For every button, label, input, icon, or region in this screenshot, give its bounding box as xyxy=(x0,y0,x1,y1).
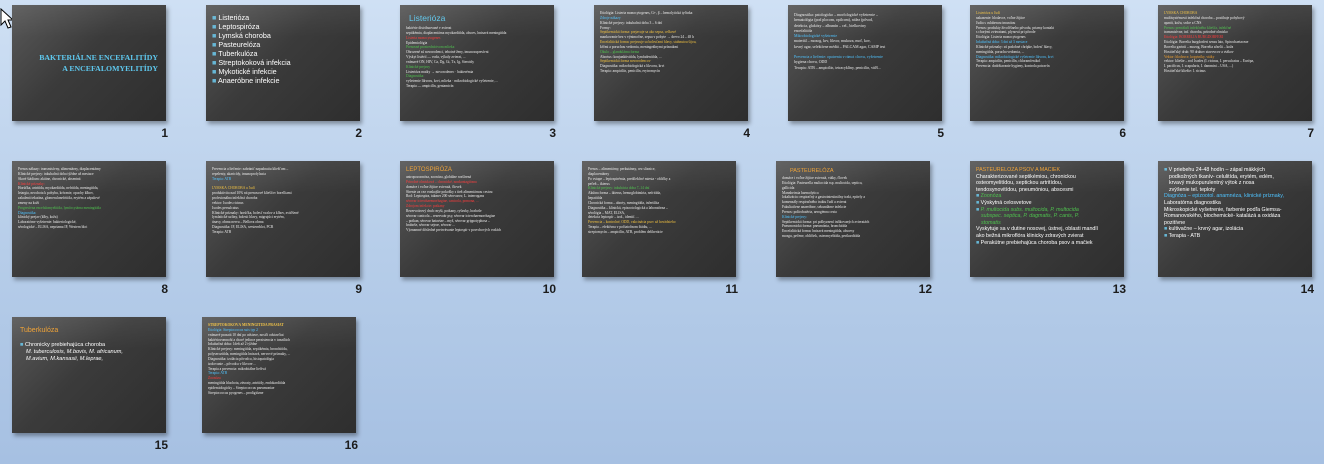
slide-thumbnail-2[interactable]: Listerióza Leptospiróza Lymská choroba P… xyxy=(194,0,372,150)
slide-2-item: Tuberkulóza xyxy=(212,49,291,58)
slide-14-line: Diagnóza – epizootol. anamnéza, klinické… xyxy=(1164,193,1285,200)
slide-thumbnail-6[interactable]: Listerióza u ľudí nakazenie: hlodavce, v… xyxy=(958,0,1136,150)
slide-number: 16 xyxy=(344,438,358,452)
slide-14-line: zvýšenie tel. teploty xyxy=(1169,186,1216,193)
slide-thumbnail-8[interactable]: Prenos nákazy: transmisívny, alimentárny… xyxy=(0,156,178,306)
slide-number: 2 xyxy=(355,126,362,140)
slide-number: 9 xyxy=(355,282,362,296)
slide-15-line: M.avium, M.kansasii, M.leprae, xyxy=(26,355,104,362)
slide-14-line: V priebehu 24-48 hodín – zápal mäkkých xyxy=(1164,167,1308,174)
slide-number: 1 xyxy=(161,126,168,140)
slide-6-line: Prevencia: dodržiavanie hygieny, kontrol… xyxy=(976,64,1050,69)
slide-8-line: sérologické – ELISA, nepriama IF, Wester… xyxy=(18,225,88,230)
slide-13-line: Perakútne prebiehajúca choroba psov a ma… xyxy=(976,240,1120,247)
slide-2[interactable]: Listerióza Leptospiróza Lymská choroba P… xyxy=(206,5,360,121)
slide-16[interactable]: STREPTOKOKOVÁ MENINGITÍDA PRASIAT Etioló… xyxy=(202,317,356,433)
slide-number: 7 xyxy=(1307,126,1314,140)
slide-2-item: Leptospiróza xyxy=(212,22,291,31)
slide-13-line: Výskytná celosvetove xyxy=(976,200,1120,207)
slide-thumbnail-5[interactable]: Diagnostika: patologicko – morfologické … xyxy=(776,0,954,150)
slide-7[interactable]: LYMSKÁ CHOROBA multisystémová infekčná c… xyxy=(1158,5,1312,121)
slide-16-line: Streptococcus pyogenes – prodigiózne xyxy=(208,390,264,395)
slide-1-title-line-2: A ENCEFALOMYELITÍDY xyxy=(62,63,158,73)
slide-thumbnail-12[interactable]: PASTEURELÓZA domáce i voľne žijúce zvier… xyxy=(764,156,942,306)
slide-10[interactable]: LEPTOSPIRÓZA antropozoonóza, zoonóza, gl… xyxy=(400,161,554,277)
slide-14-line: Laboratórna diagnostika xyxy=(1164,200,1221,207)
slide-14-line: krvavý mukopurulentný výtok z nosa xyxy=(1169,180,1255,187)
slide-thumbnail-3[interactable]: Listerióza baktérie distribuované v zvie… xyxy=(388,0,566,150)
slide-13-title: PASTEURELÓZA PSOV A MAČIEK xyxy=(976,167,1061,173)
slide-13-line: osteomyelitídou, septickou artritídou, xyxy=(976,180,1063,187)
slide-thumbnail-9[interactable]: Prevencia a liečenie: zabrániť napadnuti… xyxy=(194,156,372,306)
slide-8[interactable]: Prenos nákazy: transmisívny, alimentárny… xyxy=(12,161,166,277)
slide-number: 8 xyxy=(161,282,168,296)
slide-13-line: subspec. septica, P. dagmatis, P. canis,… xyxy=(981,213,1080,220)
slide-13-line: Zoonóza xyxy=(976,193,1120,200)
slide-3-line: Terapia — ampicilín, gentamicín xyxy=(406,84,454,89)
slide-14-line: kultivačne – krvný agar, izolácia xyxy=(1164,226,1308,233)
slide-5-line: Terapia: ATB – ampicilín, tetracyklíny, … xyxy=(794,65,881,70)
slide-thumbnail-14[interactable]: V priebehu 24-48 hodín – zápal mäkkých p… xyxy=(1146,156,1324,306)
slide-10-line: Významné dôsledné pretrvávanie leptospír… xyxy=(406,228,502,233)
slide-13[interactable]: PASTEURELÓZA PSOV A MAČIEK Charakterizov… xyxy=(970,161,1124,277)
slide-number: 15 xyxy=(154,438,168,452)
slide-thumbnail-1[interactable]: BAKTERIÁLNE ENCEFALITÍDY A ENCEFALOMYELI… xyxy=(0,0,178,150)
slide-2-item: Listerióza xyxy=(212,13,291,22)
slide-14-line: Terapia - ATB xyxy=(1164,233,1308,240)
slide-3[interactable]: Listerióza baktérie distribuované v zvie… xyxy=(400,5,554,121)
slide-3-title: Listerióza xyxy=(409,13,446,23)
slide-number: 14 xyxy=(1300,282,1314,296)
slide-1-title-line-1: BAKTERIÁLNE ENCEFALITÍDY xyxy=(39,53,158,62)
slide-number: 12 xyxy=(918,282,932,296)
slide-4[interactable]: Etiológia: Listeria monocytogenes, G+, β… xyxy=(594,5,748,121)
slide-thumbnail-15[interactable]: Tuberkulóza Chronicky prebiehajúca choro… xyxy=(0,312,178,462)
slide-2-item: Streptokoková infekcia xyxy=(212,58,290,67)
slide-14-line: Romanovského, biochemické- katalázá a ox… xyxy=(1164,213,1281,220)
slide-thumbnail-4[interactable]: Etiológia: Listeria monocytogenes, G+, β… xyxy=(582,0,760,150)
slide-number: 11 xyxy=(725,282,738,296)
slide-thumbnail-7[interactable]: LYMSKÁ CHOROBA multisystémová infekčná c… xyxy=(1146,0,1324,150)
slide-2-item: Anaeróbne infekcie xyxy=(212,76,291,85)
slide-5[interactable]: Diagnostika: patologicko – morfologické … xyxy=(788,5,942,121)
slide-13-line: Vyskytuje sa v dutine nosovej, ústnej, o… xyxy=(976,226,1098,233)
slide-thumbnail-11[interactable]: Prenos – alimentárny, perkutánny, cez sl… xyxy=(570,156,748,306)
slide-14-line: Mikroskopické vyšetrenie, farbenie podľa… xyxy=(1164,206,1282,213)
slide-15-line: M. tuberculosis, M.bovis, M. africanum, xyxy=(26,348,123,355)
slide-number: 5 xyxy=(937,126,944,140)
slide-10-title: LEPTOSPIRÓZA xyxy=(406,167,452,173)
slide-2-item: Pasteurelóza xyxy=(212,40,291,49)
slide-thumbnail-10[interactable]: LEPTOSPIRÓZA antropozoonóza, zoonóza, gl… xyxy=(388,156,566,306)
slide-6[interactable]: Listerióza u ľudí nakazenie: hlodavce, v… xyxy=(970,5,1124,121)
slide-13-line: P. multocida subs. multocida, P. multoci… xyxy=(976,207,1120,214)
slide-number: 13 xyxy=(1112,282,1126,296)
slide-14-line: podkožných tkanív- celulitída, erytém, e… xyxy=(1169,173,1274,180)
slide-thumbnail-16[interactable]: STREPTOKOKOVÁ MENINGITÍDA PRASIAT Etioló… xyxy=(190,312,368,462)
slide-15-title: Tuberkulóza xyxy=(20,327,59,334)
slide-11[interactable]: Prenos – alimentárny, perkutánny, cez sl… xyxy=(582,161,736,277)
slide-thumbnail-13[interactable]: PASTEURELÓZA PSOV A MAČIEK Charakterizov… xyxy=(958,156,1136,306)
slide-number: 10 xyxy=(542,282,556,296)
slide-number: 3 xyxy=(549,126,556,140)
slide-7-line: Hostiteľské kliešte: I. ricinus xyxy=(1164,69,1206,74)
slide-12-line: mozgu, pečene, obličiek, osteomyelitída,… xyxy=(782,234,861,239)
slide-2-item: Mykotické infekcie xyxy=(212,67,291,76)
slide-13-line: stomatis xyxy=(981,219,1001,226)
slide-4-line: Terapia: ampicilín, penicilín, erytromyc… xyxy=(600,69,660,74)
slide-12-title: PASTEURELÓZA xyxy=(790,168,834,174)
slide-number: 4 xyxy=(743,126,750,140)
slide-9[interactable]: Prevencia a liečenie: zabrániť napadnuti… xyxy=(206,161,360,277)
slide-15[interactable]: Tuberkulóza Chronicky prebiehajúca choro… xyxy=(12,317,166,433)
slide-14-line: pozitívne xyxy=(1164,219,1186,226)
slide-11-line: streptomycín – ampicilín, ATB, problém d… xyxy=(588,229,663,234)
slide-13-line: Charakterizované septikémiou, chronickou xyxy=(976,173,1076,180)
slide-2-item: Lymská choroba xyxy=(212,31,291,40)
slide-15-line: Chronicky prebiehajúca choroba xyxy=(20,342,162,349)
slide-13-line: tendosynovitídou, pneumóniou, abscesmi xyxy=(976,186,1074,193)
slide-1[interactable]: BAKTERIÁLNE ENCEFALITÍDY A ENCEFALOMYELI… xyxy=(12,5,166,121)
slide-number: 6 xyxy=(1119,126,1126,140)
slide-9-line: Terapia: ATB xyxy=(212,229,232,234)
slide-14[interactable]: V priebehu 24-48 hodín – zápal mäkkých p… xyxy=(1158,161,1312,277)
slide-12[interactable]: PASTEURELÓZA domáce i voľne žijúce zvier… xyxy=(776,161,930,277)
slide-13-line: ako bežná mikroflóra klinicky zdravých z… xyxy=(976,233,1084,240)
